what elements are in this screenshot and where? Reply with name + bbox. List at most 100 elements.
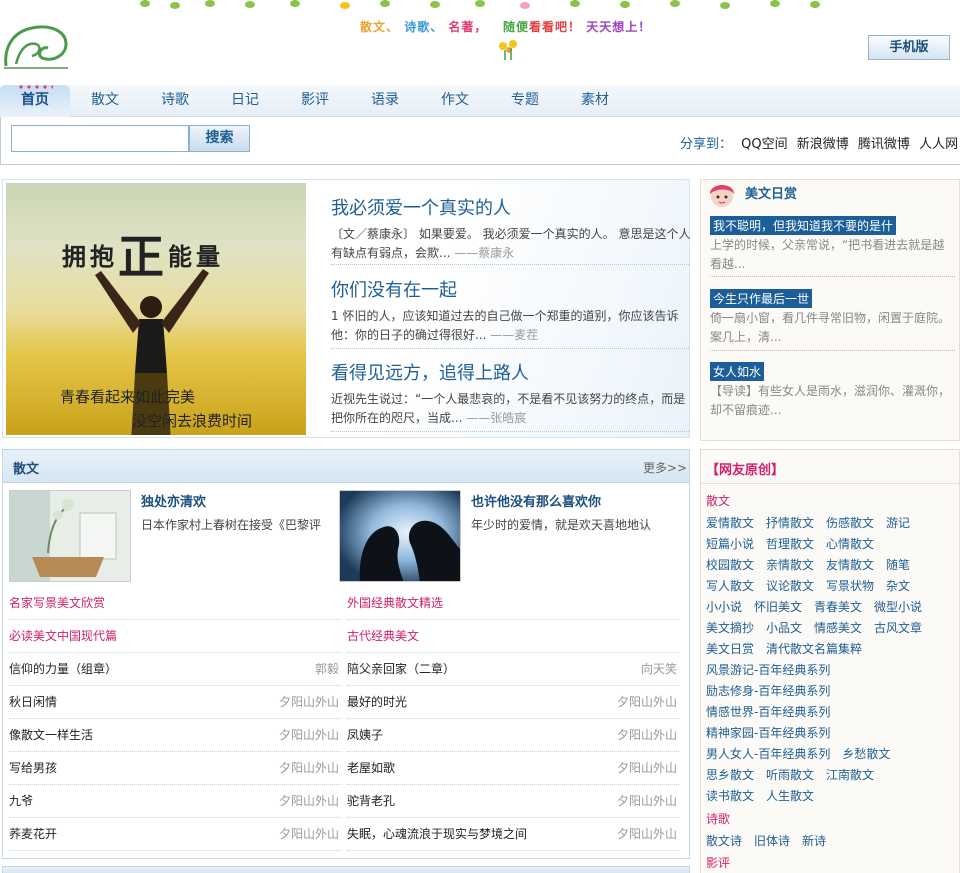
nav-item-diary[interactable]: 日记 [210,85,280,117]
category-link[interactable]: 青春美文 [814,600,862,614]
nav-item-essay[interactable]: 作文 [420,85,490,117]
category-link[interactable]: 爱情散文 [706,516,754,530]
category-link[interactable]: 散文诗 [706,834,742,848]
list-item-title[interactable]: 九爷 [9,794,33,808]
category-link[interactable]: 清代散文名篇集粹 [766,642,862,656]
category-link[interactable]: 乡愁散文 [842,747,890,761]
category-link[interactable]: 校园散文 [706,558,754,572]
category-link[interactable]: 游记 [886,516,910,530]
category-link[interactable]: 新诗 [802,834,826,848]
category-link[interactable]: 男人女人-百年经典系列 [706,747,830,761]
share-renren-link[interactable]: 人人网 [919,137,958,152]
list-item-author[interactable]: 夕阳山外山 [617,752,677,785]
category-link[interactable]: 古风文章 [874,621,922,635]
search-input[interactable] [11,125,189,152]
category-link[interactable]: 读书散文 [706,789,754,803]
category-link[interactable]: 励志修身-百年经典系列 [706,684,830,698]
daily-entry-title[interactable]: 女人如水 [710,362,765,381]
list-item-author[interactable]: 夕阳山外山 [279,719,339,752]
category-film-review-link[interactable]: 影评 [706,854,730,871]
category-link[interactable]: 议论散文 [766,579,814,593]
list-item-title[interactable]: 写给男孩 [9,761,57,775]
search-button[interactable]: 搜索 [189,125,250,152]
nav-item-poetry[interactable]: 诗歌 [140,85,210,117]
category-link[interactable]: 怀旧美文 [754,600,802,614]
category-link[interactable]: 微型小说 [874,600,922,614]
category-link[interactable]: 亲情散文 [766,558,814,572]
list-item-title[interactable]: 古代经典美文 [347,629,419,643]
featured-article-title[interactable]: 我必须爱一个真实的人 [331,194,691,220]
category-link[interactable]: 小小说 [706,600,742,614]
prose-card-image[interactable] [339,490,461,582]
category-link[interactable]: 心情散文 [826,537,874,551]
list-item-title[interactable]: 秋日闲情 [9,695,57,709]
share-tencent-weibo-link[interactable]: 腾讯微博 [858,137,910,152]
prose-card-title[interactable]: 也许他没有那么喜欢你 [471,491,601,510]
category-link[interactable]: 随笔 [886,558,910,572]
category-link[interactable]: 情感世界-百年经典系列 [706,705,830,719]
list-item-title[interactable]: 必读美文中国现代篇 [9,629,117,643]
prose-card-image[interactable] [9,490,131,582]
category-link[interactable]: 写景状物 [826,579,874,593]
list-item-title[interactable]: 失眠，心魂流浪于现实与梦境之间 [347,827,527,841]
nav-item-material[interactable]: 素材 [560,85,630,117]
list-item-author[interactable]: 夕阳山外山 [279,818,339,851]
list-item-author[interactable]: 向天笑 [641,653,677,686]
mobile-version-button[interactable]: 手机版 [868,35,950,60]
list-item-author[interactable]: 郭毅 [315,653,339,686]
list-item-author[interactable]: 夕阳山外山 [617,785,677,818]
category-link[interactable]: 小品文 [766,621,802,635]
share-qzone-link[interactable]: QQ空间 [741,137,787,152]
category-link[interactable]: 哲理散文 [766,537,814,551]
category-link[interactable]: 精神家园-百年经典系列 [706,726,830,740]
list-item-title[interactable]: 信仰的力量（组章） [9,662,117,676]
prose-card-title[interactable]: 独处亦清欢 [141,491,206,510]
category-link[interactable]: 抒情散文 [766,516,814,530]
list-item-title[interactable]: 外国经典散文精选 [347,596,443,610]
list-item-title[interactable]: 像散文一样生活 [9,728,93,742]
list-item-author[interactable]: 夕阳山外山 [617,719,677,752]
featured-article-title[interactable]: 看得见远方，追得上路人 [331,359,691,385]
prose-section-title[interactable]: 散文 [13,458,39,477]
list-item-title[interactable]: 最好的时光 [347,695,407,709]
nav-item-topics[interactable]: 专题 [490,85,560,117]
nav-item-film-review[interactable]: 影评 [280,85,350,117]
category-link[interactable]: 友情散文 [826,558,874,572]
list-item-author[interactable]: 夕阳山外山 [279,686,339,719]
category-link[interactable]: 思乡散文 [706,768,754,782]
category-link[interactable]: 写人散文 [706,579,754,593]
share-sina-weibo-link[interactable]: 新浪微博 [797,137,849,152]
more-link[interactable]: 更多>> [643,459,687,476]
list-item-title[interactable]: 陪父亲回家（二章） [347,662,455,676]
category-link[interactable]: 美文日赏 [706,642,754,656]
category-link[interactable]: 杂文 [886,579,910,593]
site-logo[interactable] [2,18,70,70]
featured-image[interactable]: 拥抱正能量 青春看起来如此完美 没空闲去浪费时间 [6,183,306,435]
daily-entry-title[interactable]: 我不聪明，但我知道我不要的是什 [710,216,897,235]
category-link[interactable]: 旧体诗 [754,834,790,848]
list-item-author[interactable]: 夕阳山外山 [279,752,339,785]
nav-item-prose[interactable]: 散文 [70,85,140,117]
category-link[interactable]: 美文摘抄 [706,621,754,635]
list-item-author[interactable]: 夕阳山外山 [279,785,339,818]
nav-item-home[interactable]: 首页 [0,85,70,117]
list-item-title[interactable]: 荞麦花开 [9,827,57,841]
category-prose-link[interactable]: 散文 [706,492,730,509]
category-link[interactable]: 江南散文 [826,768,874,782]
category-link[interactable]: 风景游记-百年经典系列 [706,663,830,677]
list-item-title[interactable]: 凤姨子 [347,728,383,742]
category-link[interactable]: 短篇小说 [706,537,754,551]
featured-article-title[interactable]: 你们没有在一起 [331,276,691,302]
category-link[interactable]: 人生散文 [766,789,814,803]
list-item-title[interactable]: 名家写景美文欣赏 [9,596,105,610]
nav-item-quotes[interactable]: 语录 [350,85,420,117]
list-item-author[interactable]: 夕阳山外山 [617,686,677,719]
list-item-author[interactable]: 夕阳山外山 [617,818,677,851]
list-item-title[interactable]: 老屋如歌 [347,761,395,775]
category-link[interactable]: 情感美文 [814,621,862,635]
category-link[interactable]: 听雨散文 [766,768,814,782]
daily-entry-title[interactable]: 今生只作最后一世 [710,289,813,308]
category-poetry-link[interactable]: 诗歌 [706,810,730,827]
category-link[interactable]: 伤感散文 [826,516,874,530]
list-item-title[interactable]: 驼背老孔 [347,794,395,808]
